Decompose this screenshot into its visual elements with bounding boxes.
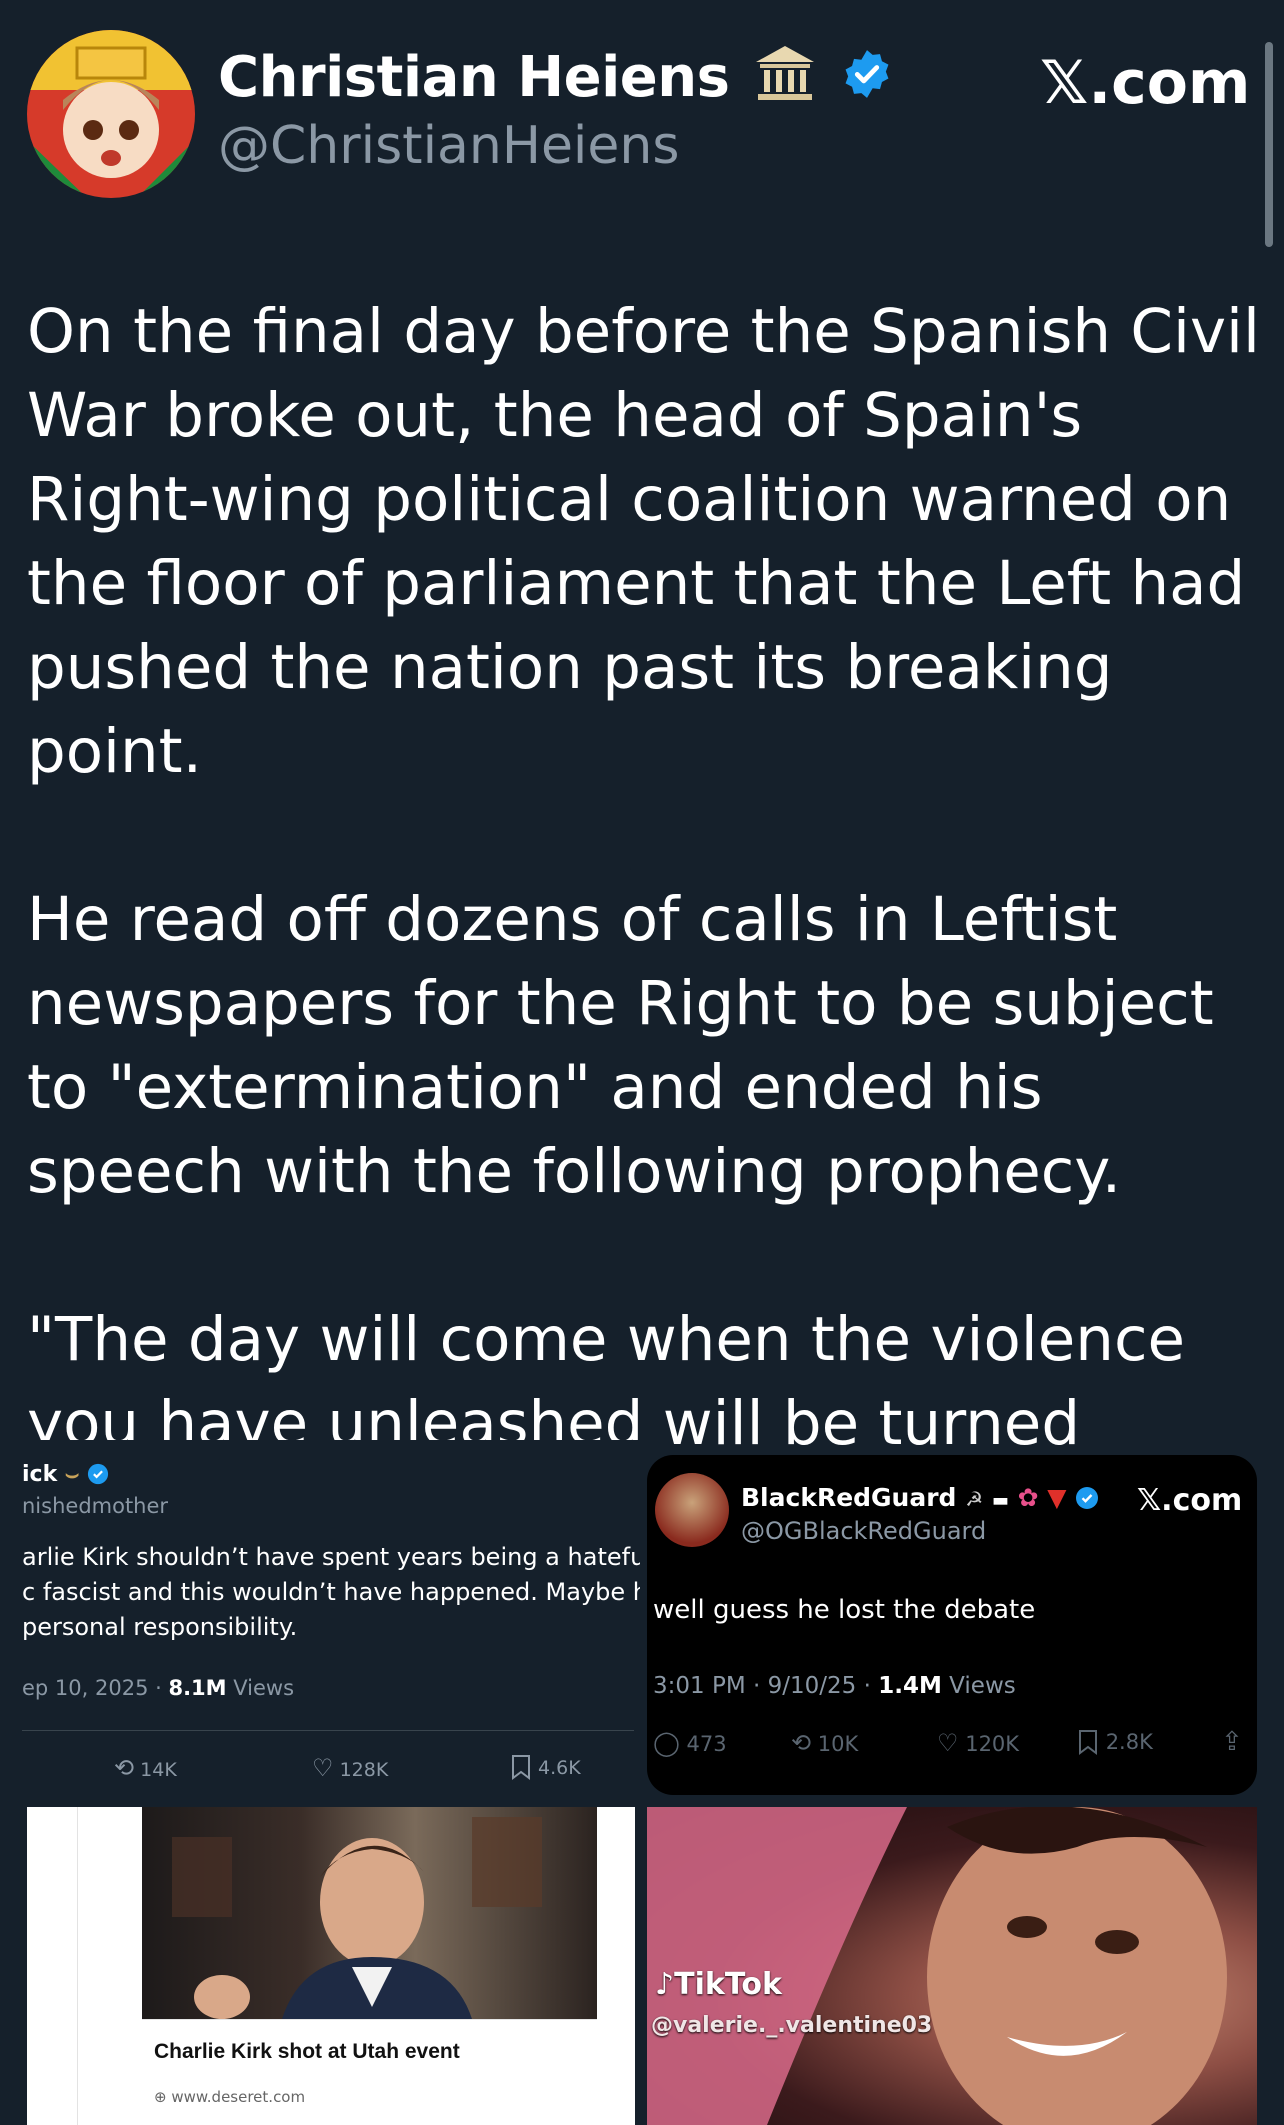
embed-handle: @OGBlackRedGuard: [741, 1517, 987, 1545]
tiktok-logo-icon: ♪: [655, 1967, 675, 2002]
embed-text: well guess he lost the debate: [653, 1595, 1036, 1625]
tweet-text: On the final day before the Spanish Civi…: [27, 290, 1267, 1634]
like-count[interactable]: ♡ 128K: [312, 1754, 388, 1782]
x-com-logo: 𝕏.com: [1137, 1483, 1243, 1518]
embedded-tweet-left[interactable]: ick ⌣ nishedmother arlie Kirk shouldn’t …: [0, 1440, 640, 1810]
bookmark-count[interactable]: 4.6K: [510, 1754, 581, 1780]
verified-badge-icon: [1076, 1487, 1099, 1509]
avatar-illustration: [27, 30, 195, 198]
person-silhouette-icon: [172, 1817, 542, 2019]
red-triangle-icon: ▼: [1047, 1483, 1067, 1512]
embed-meta: ep 10, 2025 · 8.1M Views: [22, 1676, 295, 1700]
news-photo: [142, 1807, 597, 2019]
bookmark-icon: [1079, 1730, 1097, 1755]
embed-handle: nishedmother: [22, 1494, 169, 1518]
like-count[interactable]: ♡ 120K: [937, 1729, 1019, 1757]
retweet-icon: ⟲: [114, 1754, 135, 1782]
news-card-footer: Charlie Kirk shot at Utah event ⊕ www.de…: [142, 2019, 597, 2125]
retweet-count[interactable]: ⟲ 14K: [114, 1754, 177, 1782]
display-name[interactable]: Christian Heiens: [218, 44, 893, 110]
globe-icon: ⊕: [154, 2088, 167, 2106]
x-com-logo: 𝕏.com: [1040, 48, 1251, 118]
tweet-paragraph: On the final day before the Spanish Civi…: [27, 296, 1260, 787]
news-domain: ⊕ www.deseret.com: [154, 2088, 306, 2106]
emoji-icon: ⌣: [64, 1462, 80, 1487]
embed-name: ick ⌣: [22, 1462, 109, 1487]
handle[interactable]: @ChristianHeiens: [218, 116, 679, 176]
verified-badge-icon: [846, 50, 889, 98]
news-headline: Charlie Kirk shot at Utah event: [154, 2040, 460, 2063]
flag-icon: ▬: [991, 1490, 1009, 1511]
tweet-paragraph: He read off dozens of calls in Leftist n…: [27, 884, 1214, 1207]
reply-count[interactable]: ◯ 473: [653, 1729, 727, 1757]
heart-icon: ♡: [937, 1729, 959, 1757]
avatar[interactable]: [655, 1473, 729, 1547]
embed-name: BlackRedGuard ☭ ▬ ✿ ▼: [741, 1483, 1099, 1512]
news-card[interactable]: Charlie Kirk shot at Utah event ⊕ www.de…: [27, 1807, 635, 2125]
classical-building-icon: [756, 46, 815, 100]
bookmark-icon: [512, 1755, 530, 1780]
retweet-icon: ⟲: [791, 1729, 812, 1757]
hammer-sickle-icon: ☭: [965, 1487, 984, 1511]
tiktok-handle: @valerie._.valentine03: [651, 2013, 933, 2038]
heart-icon: ♡: [312, 1754, 334, 1782]
embedded-tweet-right[interactable]: BlackRedGuard ☭ ▬ ✿ ▼ @OGBlackRedGuard 𝕏…: [647, 1455, 1257, 1795]
divider: [22, 1730, 634, 1731]
retweet-count[interactable]: ⟲ 10K: [791, 1729, 858, 1757]
reply-icon: ◯: [653, 1729, 680, 1757]
embed-meta: 3:01 PM · 9/10/25 · 1.4M Views: [653, 1673, 1016, 1699]
divider: [77, 1807, 78, 2125]
verified-badge-icon: [87, 1463, 109, 1485]
share-icon[interactable]: ⇪: [1221, 1727, 1243, 1757]
avatar[interactable]: [27, 30, 195, 198]
tiktok-video-frame: [647, 1807, 1227, 2125]
bookmark-count[interactable]: 2.8K: [1077, 1729, 1153, 1755]
tiktok-brand: ♪TikTok: [655, 1967, 782, 2002]
scrollbar[interactable]: [1265, 42, 1273, 247]
embed-text: arlie Kirk shouldn’t have spent years be…: [22, 1543, 640, 1641]
flower-icon: ✿: [1017, 1483, 1039, 1512]
tiktok-card[interactable]: ♪TikTok @valerie._.valentine03: [647, 1807, 1257, 2125]
